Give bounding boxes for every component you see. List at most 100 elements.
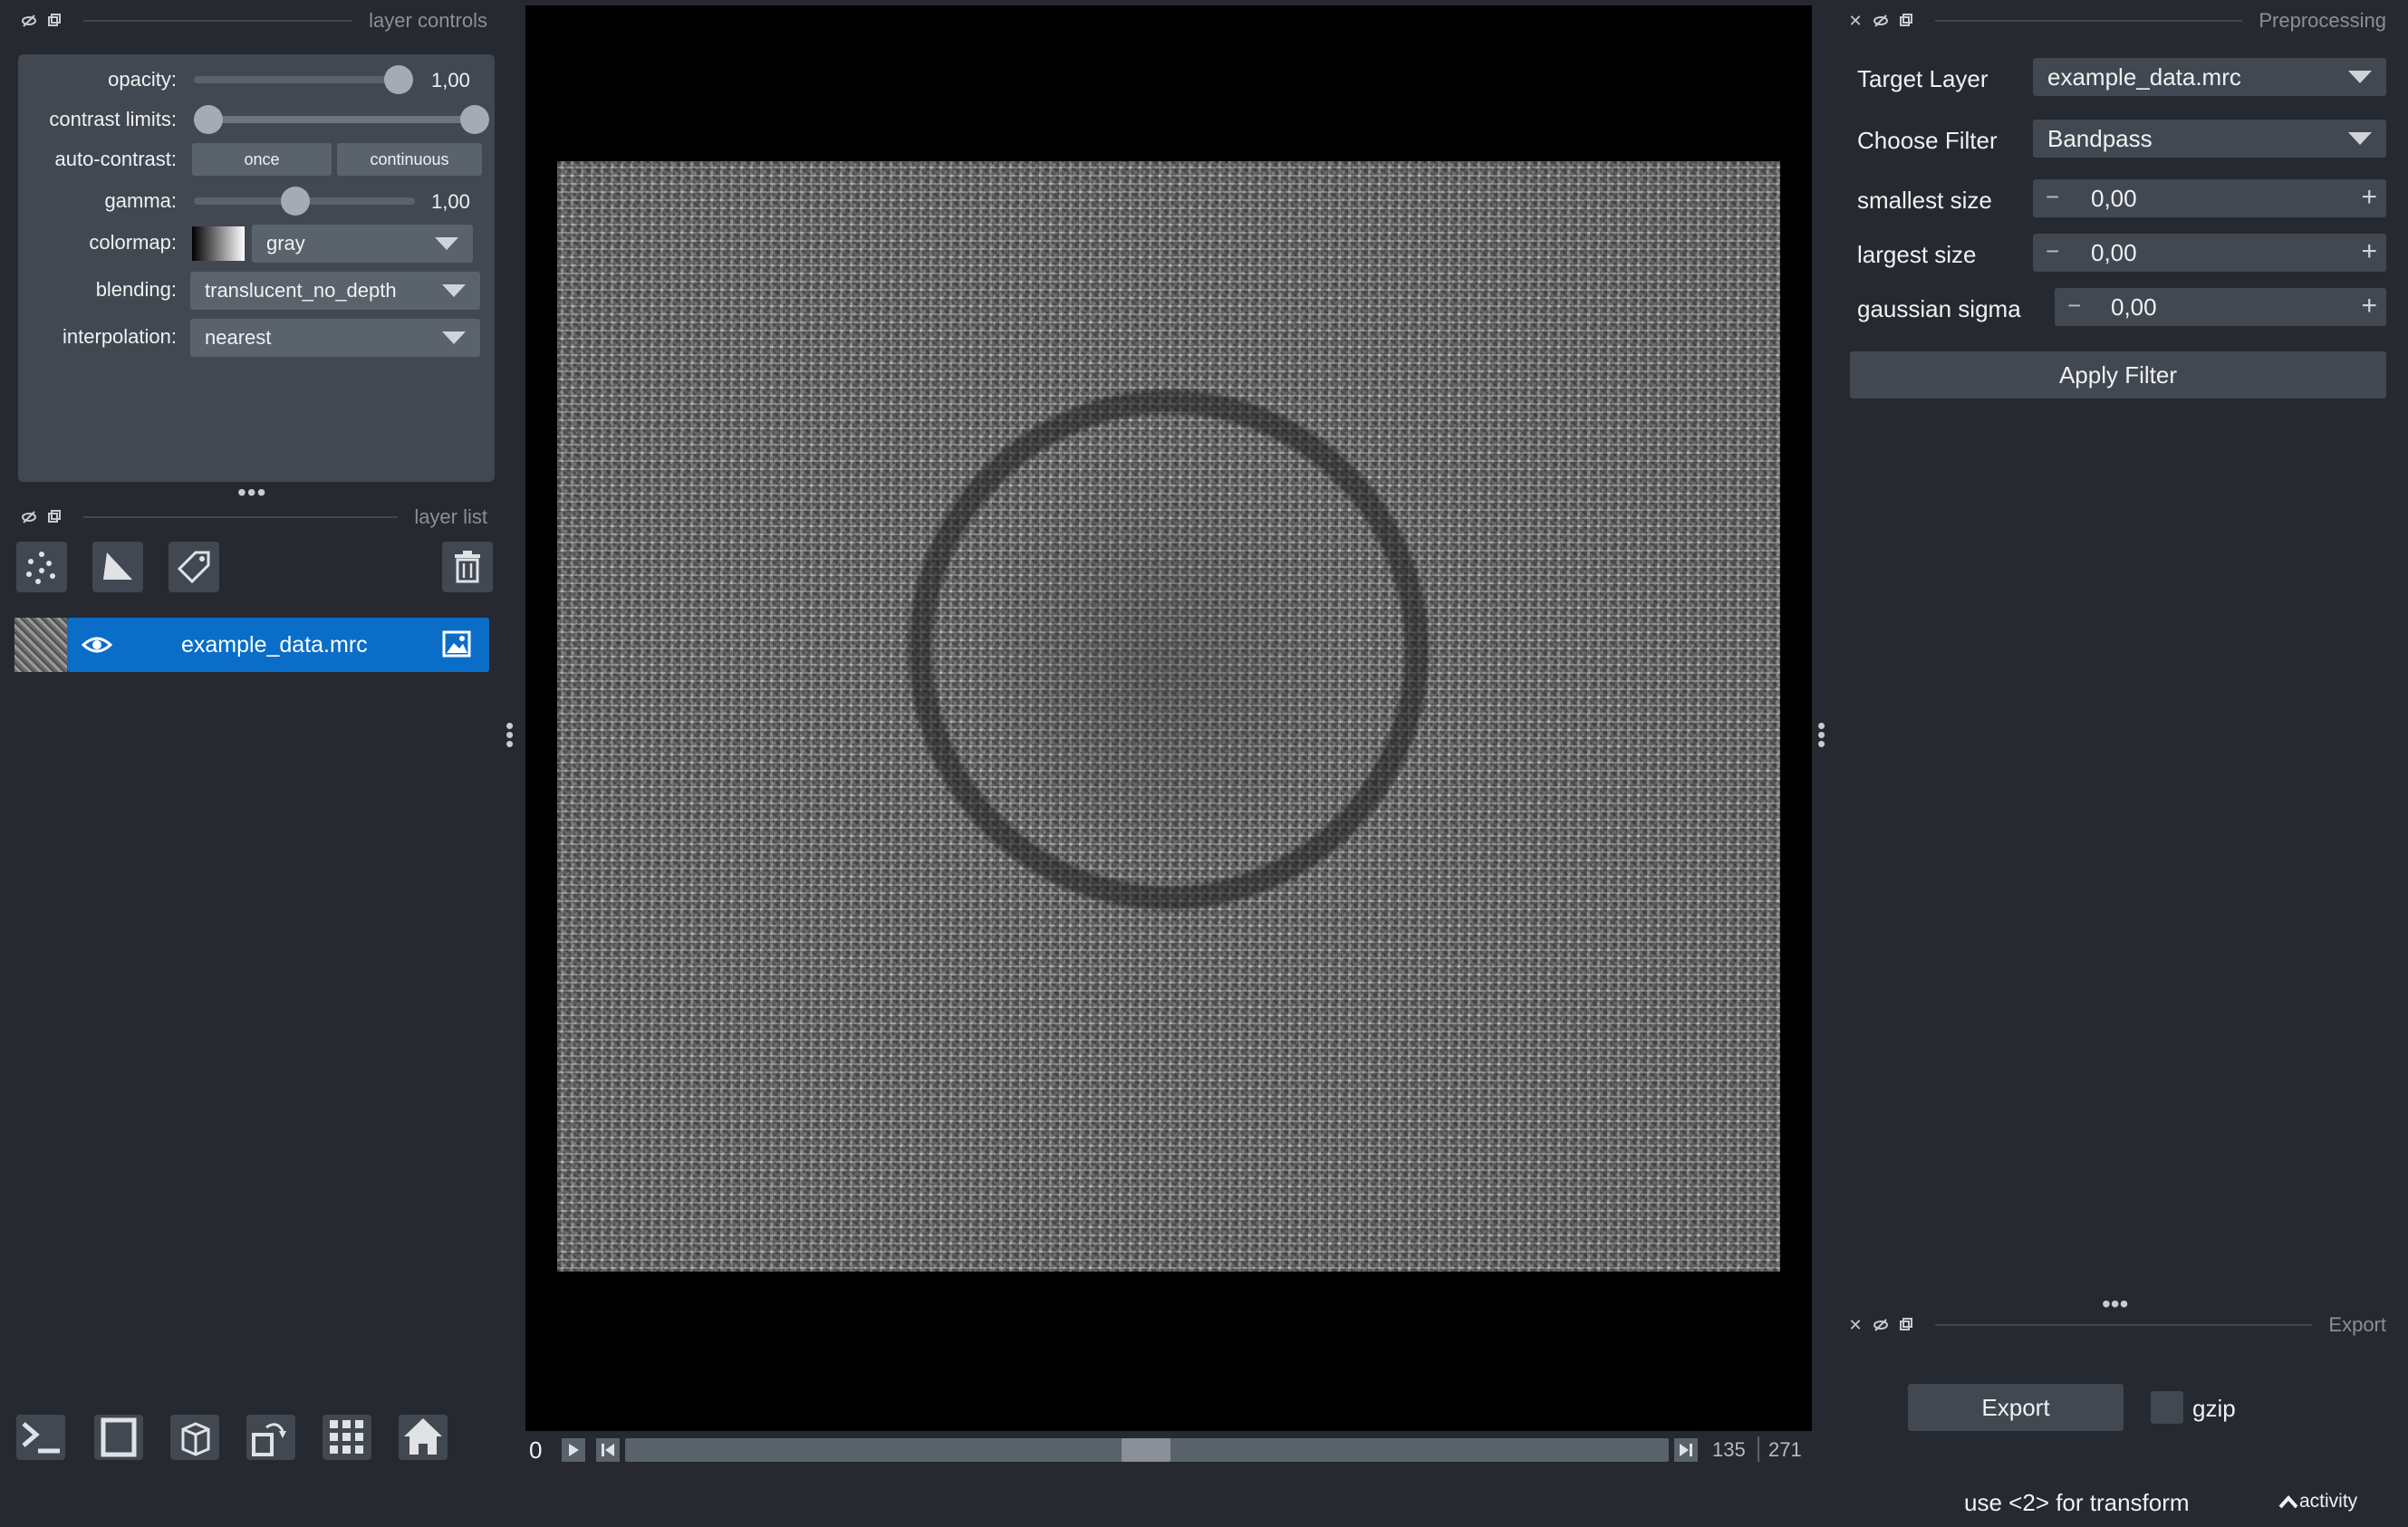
activity-label: activity: [2299, 1491, 2358, 1512]
colormap-preview: [192, 226, 245, 261]
points-icon: [26, 552, 55, 584]
gamma-slider-knob[interactable]: [281, 187, 310, 216]
interpolation-value: nearest: [205, 326, 272, 349]
transpose-button[interactable]: [245, 1411, 297, 1464]
cube-icon: [170, 1415, 219, 1460]
shapes-icon: [103, 552, 132, 580]
step-forward-button[interactable]: [1674, 1438, 1698, 1462]
layer-name[interactable]: example_data.mrc: [181, 632, 368, 658]
gzip-label[interactable]: gzip: [2192, 1395, 2236, 1423]
chevron-down-icon: [442, 331, 466, 344]
colormap-select[interactable]: gray: [252, 225, 473, 263]
close-icon[interactable]: ✕: [1843, 1312, 1868, 1338]
float-icon[interactable]: [16, 504, 42, 530]
gamma-value: 1,00: [431, 190, 470, 213]
left-splitter-handle[interactable]: • • •: [506, 714, 515, 755]
layer-thumbnail[interactable]: [14, 618, 67, 672]
trash-icon: [455, 551, 480, 583]
opacity-slider-knob[interactable]: [384, 65, 413, 94]
export-title: Export: [2328, 1313, 2386, 1336]
layer-list-title: layer list: [414, 505, 487, 528]
step-back-button[interactable]: [596, 1438, 620, 1462]
new-points-layer-button[interactable]: [16, 542, 67, 592]
opacity-slider[interactable]: [194, 65, 413, 94]
decrement-icon[interactable]: −: [2046, 183, 2059, 211]
chevron-down-icon: [435, 237, 458, 250]
terminal-icon: [16, 1415, 65, 1460]
square-icon: [94, 1415, 143, 1460]
preprocessing-header: ✕ Preprocessing: [1843, 7, 2386, 34]
new-shapes-layer-button[interactable]: [92, 542, 143, 592]
interpolation-label: interpolation:: [63, 325, 177, 348]
new-labels-layer-button[interactable]: [169, 542, 219, 592]
smallest-size-value[interactable]: 0,00: [2091, 185, 2137, 213]
tag-icon: [177, 551, 210, 584]
decrement-icon[interactable]: −: [2046, 237, 2059, 265]
chevron-down-icon: [442, 284, 466, 297]
apply-filter-button[interactable]: Apply Filter: [1850, 351, 2386, 399]
grid-view-button[interactable]: [321, 1411, 373, 1464]
undock-icon[interactable]: [42, 8, 67, 34]
image-layer-render[interactable]: [557, 161, 1780, 1272]
header-divider: [83, 516, 399, 518]
console-button[interactable]: [14, 1411, 67, 1464]
smallest-size-spinbox[interactable]: − 0,00 +: [2033, 179, 2386, 217]
choose-filter-select[interactable]: Bandpass: [2033, 120, 2386, 158]
header-divider: [1935, 20, 2243, 22]
chevron-down-icon: [2348, 71, 2372, 83]
image-layer-icon: [442, 630, 471, 662]
interpolation-select[interactable]: nearest: [190, 319, 480, 357]
increment-icon[interactable]: +: [2361, 236, 2377, 267]
right-splitter-handle[interactable]: • • •: [1817, 714, 1826, 755]
contrast-high-knob[interactable]: [460, 105, 489, 134]
preprocessing-title: Preprocessing: [2259, 9, 2386, 32]
gaussian-sigma-spinbox[interactable]: − 0,00 +: [2055, 288, 2386, 326]
blending-select[interactable]: translucent_no_depth: [190, 272, 480, 310]
layer-item[interactable]: example_data.mrc: [67, 618, 489, 672]
skip-forward-icon: [1680, 1444, 1692, 1456]
undock-icon[interactable]: [42, 504, 67, 530]
largest-size-label: largest size: [1857, 241, 1977, 268]
undock-icon[interactable]: [1893, 8, 1919, 34]
auto-contrast-once-button[interactable]: once: [192, 143, 332, 176]
close-icon[interactable]: ✕: [1843, 8, 1868, 34]
colormap-label: colormap:: [89, 231, 177, 254]
home-button[interactable]: [397, 1411, 449, 1464]
dimension-slider-thumb[interactable]: [1122, 1438, 1170, 1462]
gzip-checkbox[interactable]: [2151, 1391, 2183, 1424]
activity-button[interactable]: activity: [2278, 1491, 2357, 1513]
eye-icon[interactable]: [81, 632, 113, 662]
gaussian-sigma-value[interactable]: 0,00: [2111, 293, 2157, 322]
export-button[interactable]: Export: [1908, 1384, 2124, 1431]
undock-icon[interactable]: [1893, 1312, 1919, 1338]
decrement-icon[interactable]: −: [2067, 292, 2081, 320]
auto-contrast-continuous-button[interactable]: continuous: [337, 143, 482, 176]
gamma-slider[interactable]: [194, 187, 415, 216]
increment-icon[interactable]: +: [2361, 182, 2377, 213]
layer-list-header: layer list: [16, 504, 487, 531]
total-frames: 271: [1768, 1438, 1802, 1461]
contrast-limits-slider[interactable]: [194, 105, 489, 134]
float-icon[interactable]: [1868, 1312, 1893, 1338]
choose-filter-value: Bandpass: [2047, 124, 2153, 152]
gamma-label: gamma:: [104, 189, 177, 212]
current-frame[interactable]: 135: [1712, 1438, 1746, 1462]
contrast-low-knob[interactable]: [194, 105, 223, 134]
increment-icon[interactable]: +: [2361, 291, 2377, 322]
gaussian-sigma-label: gaussian sigma: [1857, 295, 2021, 322]
play-button[interactable]: [562, 1438, 585, 1462]
delete-layer-button[interactable]: [442, 542, 493, 592]
layer-controls-title: layer controls: [369, 9, 487, 32]
roll-dimensions-button[interactable]: [169, 1411, 221, 1464]
largest-size-value[interactable]: 0,00: [2091, 239, 2137, 267]
target-layer-select[interactable]: example_data.mrc: [2033, 58, 2386, 96]
skip-back-icon: [602, 1444, 614, 1456]
auto-contrast-label: auto-contrast:: [54, 148, 177, 170]
largest-size-spinbox[interactable]: − 0,00 +: [2033, 234, 2386, 272]
target-layer-label: Target Layer: [1857, 65, 1989, 92]
ndisplay-button[interactable]: [92, 1411, 145, 1464]
choose-filter-label: Choose Filter: [1857, 127, 1998, 154]
float-icon[interactable]: [1868, 8, 1893, 34]
export-header: ✕ Export: [1843, 1311, 2386, 1339]
float-icon[interactable]: [16, 8, 42, 34]
